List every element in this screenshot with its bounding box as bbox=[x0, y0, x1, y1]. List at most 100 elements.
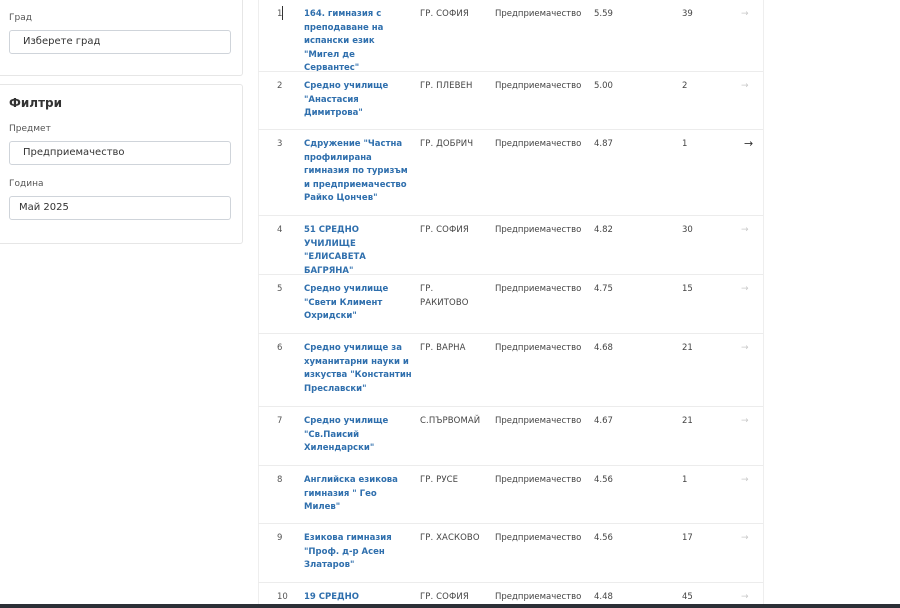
school-link[interactable]: 19 СРЕДНО УЧИЛИЩЕ bbox=[304, 591, 412, 604]
score-cell: 4.56 bbox=[594, 475, 613, 485]
arrow-right-icon[interactable]: → bbox=[741, 474, 749, 488]
count-cell: 21 bbox=[682, 343, 693, 353]
city-cell: С.ПЪРВОМАЙ bbox=[420, 416, 481, 426]
subject-cell: Предприемачество bbox=[495, 81, 582, 91]
school-link[interactable]: Средно училище "Св.Паисий Хилендарски" bbox=[304, 415, 412, 456]
score-cell: 5.59 bbox=[594, 9, 613, 19]
table-row: 5 Средно училище "Свети Климент Охридски… bbox=[258, 275, 763, 334]
school-link-text[interactable]: 51 СРЕДНО УЧИЛИЩЕ "ЕЛИСАВЕТА БАГРЯНА" bbox=[304, 225, 366, 276]
subject-cell: Предприемачество bbox=[495, 225, 582, 235]
school-link[interactable]: 164. гимназия с преподаване на испански … bbox=[304, 8, 412, 76]
rank-cell: 10 bbox=[277, 592, 288, 602]
arrow-right-icon[interactable]: → bbox=[741, 224, 749, 238]
score-cell: 4.75 bbox=[594, 284, 613, 294]
subject-cell: Предприемачество bbox=[495, 343, 582, 353]
city-cell: ГР. СОФИЯ bbox=[420, 592, 469, 602]
city-cell: ГР. СОФИЯ bbox=[420, 9, 469, 19]
subject-cell: Предприемачество bbox=[495, 592, 582, 602]
school-link-text[interactable]: Сдружение "Частна профилирана гимназия п… bbox=[304, 139, 408, 203]
subject-cell: Предприемачество bbox=[495, 416, 582, 426]
count-cell: 39 bbox=[682, 9, 693, 19]
table-row: 10 19 СРЕДНО УЧИЛИЩЕ ГР. СОФИЯ Предприем… bbox=[258, 583, 763, 604]
rank-cell: 9 bbox=[277, 533, 283, 543]
count-cell: 30 bbox=[682, 225, 693, 235]
score-cell: 4.67 bbox=[594, 416, 613, 426]
city-cell: ГР. ПЛЕВЕН bbox=[420, 81, 473, 91]
rank-cell: 8 bbox=[277, 475, 283, 485]
subject-cell: Предприемачество bbox=[495, 284, 582, 294]
school-link-text[interactable]: 19 СРЕДНО УЧИЛИЩЕ bbox=[304, 592, 359, 604]
filters-sidebar: Град Изберете град Филтри Предмет Предпр… bbox=[0, 0, 243, 608]
table-row: 8 Английска езикова гимназия " Гео Милев… bbox=[258, 466, 763, 524]
city-card: Град Изберете град bbox=[0, 0, 243, 76]
city-cell: ГР. РАКИТОВО bbox=[420, 284, 469, 308]
city-cell: ГР. ДОБРИЧ bbox=[420, 139, 474, 149]
rank-cell: 4 bbox=[277, 225, 283, 235]
score-cell: 4.48 bbox=[594, 592, 613, 602]
school-link[interactable]: Английска езикова гимназия " Гео Милев" bbox=[304, 474, 412, 515]
city-cell: ГР. ХАСКОВО bbox=[420, 533, 480, 543]
score-cell: 5.00 bbox=[594, 81, 613, 91]
arrow-right-icon[interactable]: → bbox=[741, 8, 749, 22]
year-label: Година bbox=[9, 179, 44, 189]
school-link[interactable]: 51 СРЕДНО УЧИЛИЩЕ "ЕЛИСАВЕТА БАГРЯНА" bbox=[304, 224, 412, 278]
arrow-right-icon[interactable]: → bbox=[741, 80, 749, 94]
school-link-text[interactable]: Средно училище "Св.Паисий Хилендарски" bbox=[304, 416, 388, 453]
school-link-text[interactable]: Средно училище "Свети Климент Охридски" bbox=[304, 284, 388, 321]
rank-cell: 7 bbox=[277, 416, 283, 426]
table-row: 4 51 СРЕДНО УЧИЛИЩЕ "ЕЛИСАВЕТА БАГРЯНА" … bbox=[258, 216, 763, 278]
table-row: 6 Средно училище за хуманитарни науки и … bbox=[258, 334, 763, 407]
city-cell: ГР. СОФИЯ bbox=[420, 225, 469, 235]
score-cell: 4.87 bbox=[594, 139, 613, 149]
subject-label: Предмет bbox=[9, 124, 51, 134]
arrow-right-icon[interactable]: → bbox=[741, 591, 749, 604]
score-cell: 4.56 bbox=[594, 533, 613, 543]
count-cell: 2 bbox=[682, 81, 688, 91]
taskbar-edge bbox=[0, 604, 900, 608]
rank-cell: 5 bbox=[277, 284, 283, 294]
school-link[interactable]: Средно училище "Свети Климент Охридски" bbox=[304, 283, 412, 324]
count-cell: 17 bbox=[682, 533, 693, 543]
city-cell: ГР. РУСЕ bbox=[420, 475, 459, 485]
table-row: 2 Средно училище "Анастасия Димитрова" Г… bbox=[258, 72, 763, 130]
city-cell: ГР. ВАРНА bbox=[420, 343, 466, 353]
city-select[interactable]: Изберете град bbox=[9, 30, 231, 54]
score-cell: 4.68 bbox=[594, 343, 613, 353]
score-cell: 4.82 bbox=[594, 225, 613, 235]
subject-cell: Предприемачество bbox=[495, 533, 582, 543]
school-link-text[interactable]: Английска езикова гимназия " Гео Милев" bbox=[304, 475, 398, 512]
arrow-right-icon[interactable]: → bbox=[741, 283, 749, 297]
arrow-right-icon[interactable]: → bbox=[741, 415, 749, 429]
school-link-text[interactable]: Средно училище "Анастасия Димитрова" bbox=[304, 81, 388, 118]
school-link[interactable]: Сдружение "Частна профилирана гимназия п… bbox=[304, 138, 412, 206]
count-cell: 15 bbox=[682, 284, 693, 294]
rank-cell: 3 bbox=[277, 139, 283, 149]
rank-cell: 6 bbox=[277, 343, 283, 353]
school-link-text[interactable]: Средно училище за хуманитарни науки и из… bbox=[304, 343, 412, 394]
count-cell: 1 bbox=[682, 475, 688, 485]
count-cell: 21 bbox=[682, 416, 693, 426]
subject-cell: Предприемачество bbox=[495, 139, 582, 149]
school-link[interactable]: Средно училище "Анастасия Димитрова" bbox=[304, 80, 412, 121]
text-cursor bbox=[282, 6, 283, 20]
subject-cell: Предприемачество bbox=[495, 9, 582, 19]
city-label: Град bbox=[9, 13, 32, 23]
arrow-right-icon[interactable]: → bbox=[741, 532, 749, 546]
count-cell: 1 bbox=[682, 139, 688, 149]
table-row: 9 Езикова гимназия "Проф. д-р Асен Злата… bbox=[258, 524, 763, 583]
arrow-right-icon[interactable]: → bbox=[744, 137, 753, 151]
rank-cell: 2 bbox=[277, 81, 283, 91]
subject-cell: Предприемачество bbox=[495, 475, 582, 485]
filters-title: Филтри bbox=[9, 96, 63, 110]
school-link-text[interactable]: Езикова гимназия "Проф. д-р Асен Златаро… bbox=[304, 533, 392, 570]
arrow-right-icon[interactable]: → bbox=[741, 342, 749, 356]
school-link[interactable]: Езикова гимназия "Проф. д-р Асен Златаро… bbox=[304, 532, 412, 573]
subject-select[interactable]: Предприемачество bbox=[9, 141, 231, 165]
count-cell: 45 bbox=[682, 592, 693, 602]
school-link-text[interactable]: 164. гимназия с преподаване на испански … bbox=[304, 9, 383, 73]
year-select[interactable]: Май 2025 bbox=[9, 196, 231, 220]
table-row: 7 Средно училище "Св.Паисий Хилендарски"… bbox=[258, 407, 763, 466]
school-link[interactable]: Средно училище за хуманитарни науки и из… bbox=[304, 342, 412, 396]
table-row: 1 164. гимназия с преподаване на испанск… bbox=[258, 0, 763, 73]
table-row: 3 Сдружение "Частна профилирана гимназия… bbox=[258, 130, 763, 216]
